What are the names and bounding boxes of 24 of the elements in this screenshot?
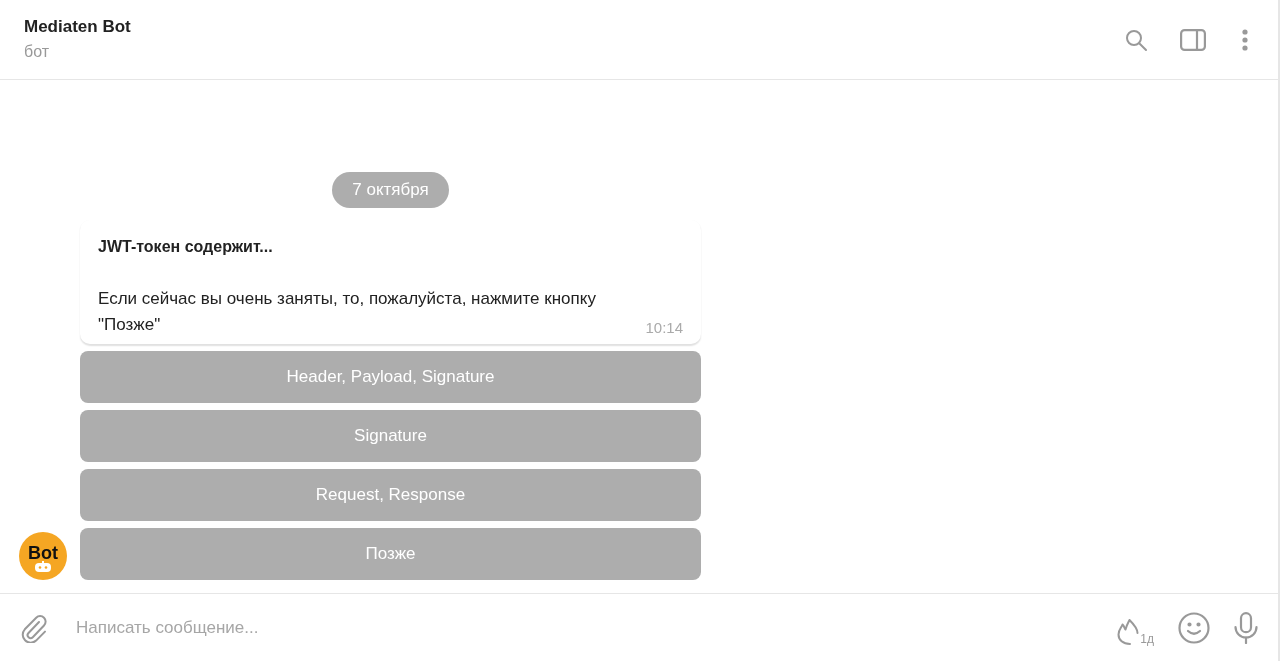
side-panel-icon (1180, 28, 1206, 51)
date-badge: 7 октября (332, 172, 449, 208)
bot-avatar[interactable]: Bot (19, 532, 67, 580)
message-time: 10:14 (645, 318, 683, 338)
auto-delete-timer-button[interactable]: 1д (1117, 610, 1154, 645)
voice-message-button[interactable] (1234, 611, 1258, 644)
chat-subtitle: бот (24, 42, 51, 61)
message-text: Если сейчас вы очень заняты, то, пожалуйста, нажмите кнопку "Позже" (98, 288, 597, 336)
inline-keyboard-button[interactable]: Header, Payload, Signature (80, 351, 701, 403)
inline-keyboard-button[interactable]: Позже (80, 528, 701, 580)
microphone-icon (1234, 611, 1258, 644)
inline-keyboard-button[interactable]: Request, Response (80, 469, 701, 521)
emoji-button[interactable] (1178, 611, 1210, 644)
flame-icon (1117, 618, 1140, 645)
chat-title: Mediaten Bot (24, 16, 131, 37)
paperclip-icon (20, 612, 48, 643)
robot-head-icon (35, 561, 51, 572)
message-input[interactable]: Написать сообщение... (74, 608, 1118, 647)
more-vertical-icon (1242, 28, 1248, 51)
avatar-logo-text: Bot (28, 544, 58, 562)
search-icon (1124, 27, 1148, 52)
inline-keyboard-button[interactable]: Signature (80, 410, 701, 462)
message-title: JWT-токен содержит... (98, 237, 274, 257)
smiley-icon (1178, 611, 1210, 644)
